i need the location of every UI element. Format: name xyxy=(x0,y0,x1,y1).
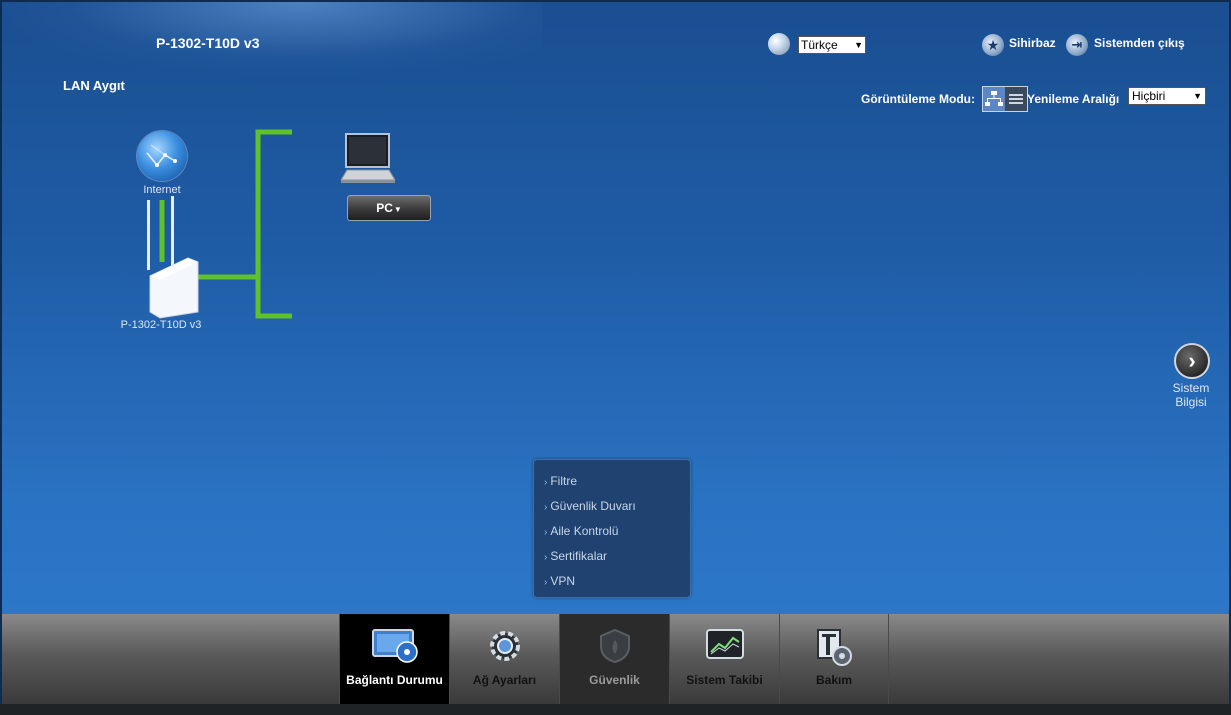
laptop-icon[interactable] xyxy=(340,133,396,183)
menu-item-label: Güvenlik Duvarı xyxy=(550,499,636,513)
internet-label: Internet xyxy=(143,184,181,196)
menu-item-label: Aile Kontrolü xyxy=(550,524,619,538)
chart-monitor-icon xyxy=(705,629,744,659)
tab-label: Bağlantı Durumu xyxy=(346,673,443,687)
bottom-edge xyxy=(0,704,1231,715)
tab-network-settings[interactable]: Ağ Ayarları xyxy=(449,614,559,704)
arrow-icon: › xyxy=(544,502,548,513)
maintenance-icon xyxy=(817,629,852,666)
pc-dropdown-button[interactable]: PC ▼ xyxy=(347,195,431,221)
tab-connection-status[interactable]: Bağlantı Durumu xyxy=(339,614,449,704)
gear-icon xyxy=(489,631,520,661)
network-lines-icon xyxy=(146,144,177,167)
monitor-icon xyxy=(371,629,418,663)
chevron-right-icon[interactable]: › xyxy=(1174,343,1210,379)
arrow-icon: › xyxy=(544,527,548,538)
tab-label: Bakım xyxy=(815,673,853,687)
menu-item-label: Sertifikalar xyxy=(550,549,608,563)
arrow-icon: › xyxy=(544,552,548,563)
caret-down-icon: ▼ xyxy=(393,205,402,214)
tab-security[interactable]: Güvenlik xyxy=(559,614,669,704)
menu-item-label: Filtre xyxy=(550,474,578,488)
menu-item-filter[interactable]: › Filtre xyxy=(544,474,577,488)
menu-item-parental-control[interactable]: › Aile Kontrolü xyxy=(544,524,618,538)
system-info-line2: Bilgisi xyxy=(1175,395,1207,409)
topology-diagram xyxy=(147,129,396,319)
tab-system-monitor[interactable]: Sistem Takibi xyxy=(669,614,779,704)
menu-item-vpn[interactable]: › VPN xyxy=(544,574,575,588)
menu-item-firewall[interactable]: › Güvenlik Duvarı xyxy=(544,499,636,513)
system-info-link[interactable]: Sistem Bilgisi xyxy=(1160,381,1222,409)
menu-item-label: VPN xyxy=(550,574,576,588)
security-submenu: › Filtre › Güvenlik Duvarı › Aile Kontrolü … xyxy=(533,459,691,598)
router-label: P-1302-T10D v3 xyxy=(120,319,202,331)
arrow-icon: › xyxy=(544,577,548,588)
shield-icon xyxy=(599,628,630,664)
tab-maintenance[interactable]: Bakım xyxy=(779,614,889,704)
internet-globe-icon[interactable] xyxy=(137,131,187,181)
lan-bus xyxy=(255,129,292,319)
menu-item-certificates[interactable]: › Sertifikalar xyxy=(544,549,607,563)
tab-label: Sistem Takibi xyxy=(686,673,763,687)
tab-label: Ağ Ayarları xyxy=(472,673,537,687)
pc-button-label: PC xyxy=(376,201,393,215)
arrow-icon: › xyxy=(544,477,548,488)
system-info-line1: Sistem xyxy=(1172,381,1210,395)
router-icon[interactable] xyxy=(147,196,199,319)
tab-label: Güvenlik xyxy=(589,673,640,687)
